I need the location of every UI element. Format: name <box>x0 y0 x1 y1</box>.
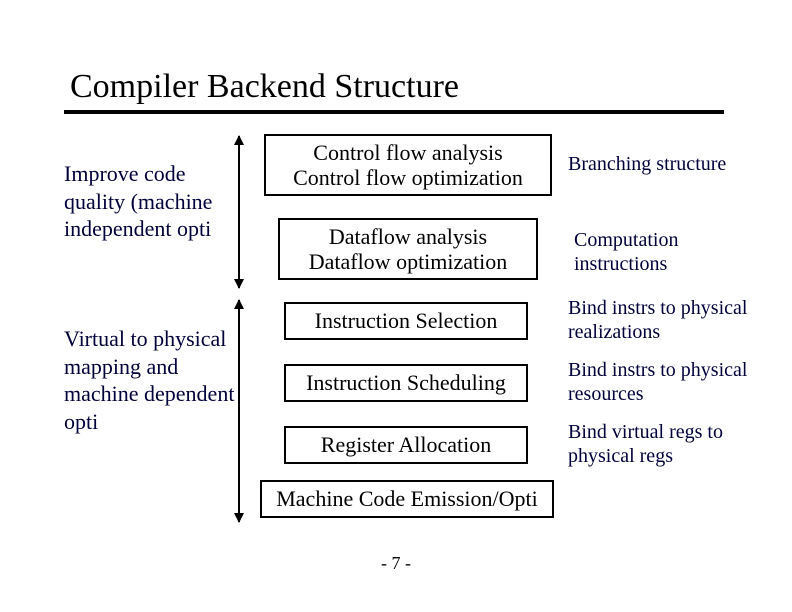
box-regalloc-label: Register Allocation <box>321 432 491 457</box>
box-dataflow-line1: Dataflow analysis <box>329 224 487 249</box>
box-dataflow: Dataflow analysis Dataflow optimization <box>278 218 538 280</box>
left-annotation-group1: Improve code quality (machine independen… <box>64 160 234 243</box>
page-title: Compiler Backend Structure <box>70 68 459 106</box>
annotation-computation: Computation instructions <box>574 228 774 276</box>
box-control-flow-line1: Control flow analysis <box>313 140 502 165</box>
box-control-flow: Control flow analysis Control flow optim… <box>264 134 552 196</box>
box-mce-label: Machine Code Emission/Opti <box>276 486 538 511</box>
page-number: - 7 - <box>0 553 792 574</box>
box-machine-code-emission: Machine Code Emission/Opti <box>260 480 554 518</box>
annotation-resources: Bind instrs to physical resources <box>568 358 778 406</box>
box-instruction-selection: Instruction Selection <box>284 302 528 340</box>
annotation-regs: Bind virtual regs to physical regs <box>568 420 778 468</box>
title-underline <box>64 110 724 114</box>
arrow-double-top <box>238 136 240 288</box>
box-isched-label: Instruction Scheduling <box>306 370 506 395</box>
box-dataflow-line2: Dataflow optimization <box>309 249 508 274</box>
annotation-realizations: Bind instrs to physical realizations <box>568 296 778 344</box>
box-instruction-scheduling: Instruction Scheduling <box>284 364 528 402</box>
annotation-branching: Branching structure <box>568 152 768 176</box>
box-isel-label: Instruction Selection <box>315 308 498 333</box>
box-control-flow-line2: Control flow optimization <box>293 165 523 190</box>
box-register-allocation: Register Allocation <box>284 426 528 464</box>
left-annotation-group2: Virtual to physical mapping and machine … <box>64 325 254 435</box>
arrow-double-bottom <box>238 300 240 522</box>
